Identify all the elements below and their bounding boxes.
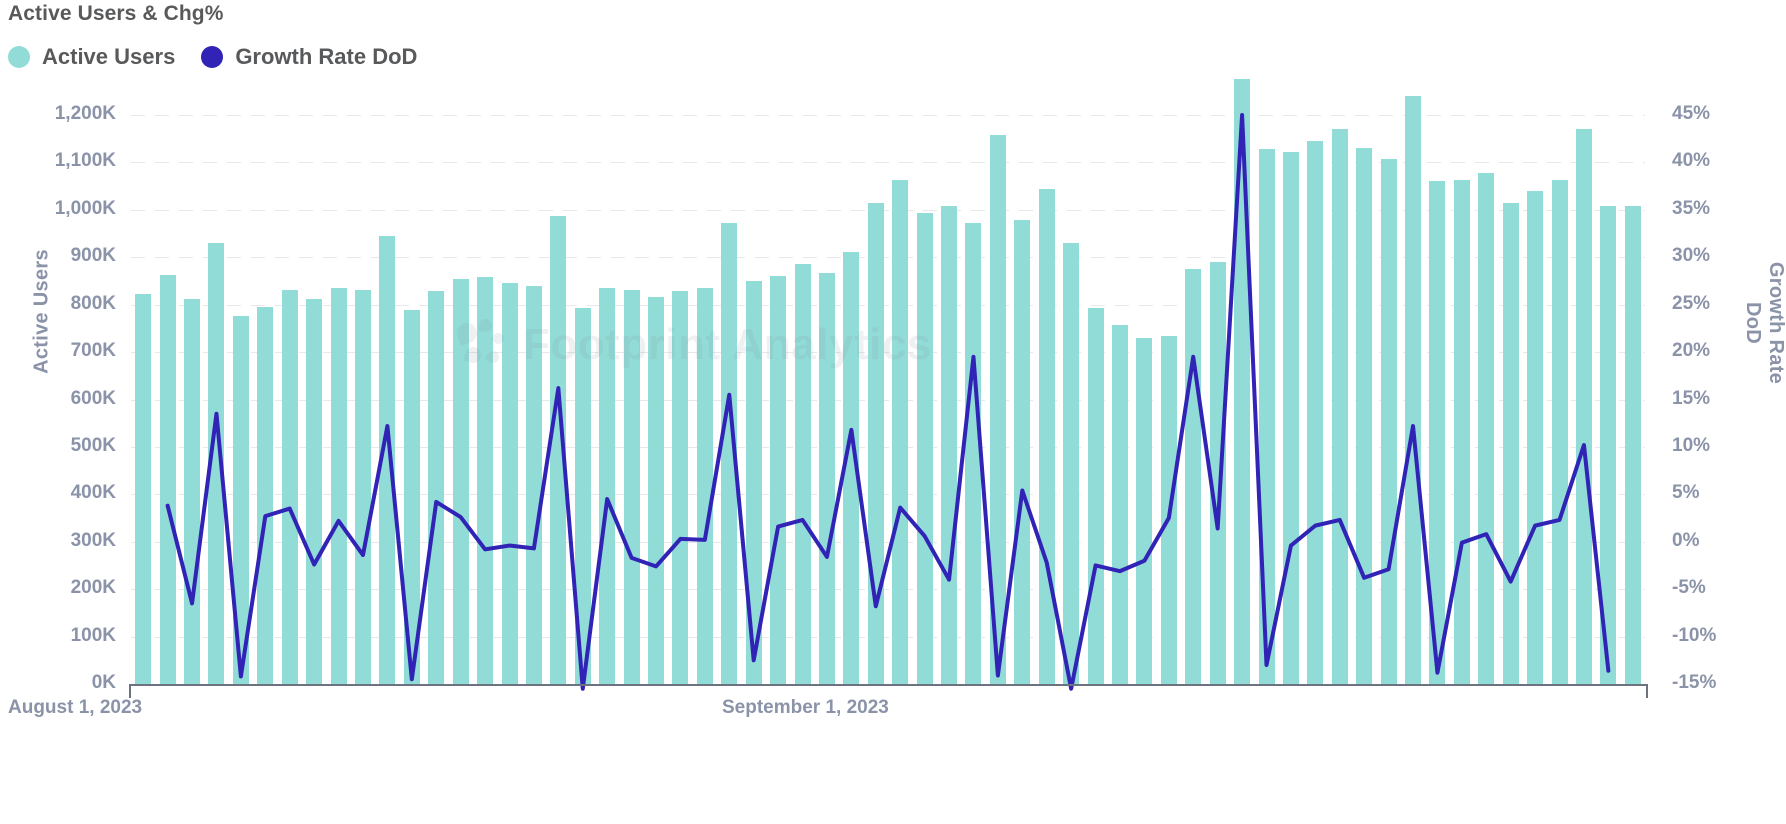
line-series	[165, 113, 1611, 691]
right-axis-tick-label: 10%	[1672, 434, 1711, 456]
left-axis-tick-label: 0K	[91, 672, 116, 693]
left-axis-tick-label: 500K	[70, 434, 116, 456]
left-axis-tick-label: 300K	[70, 529, 116, 551]
left-axis-tick-label: 1,000K	[54, 197, 116, 219]
right-axis-tick-label: -15%	[1672, 672, 1717, 693]
right-axis-tick-label: -10%	[1672, 624, 1717, 646]
chart-legend: Active Users Growth Rate DoD	[8, 44, 417, 70]
plot-area	[131, 79, 1645, 691]
legend-label: Active Users	[42, 44, 176, 69]
circle-marker-icon	[8, 46, 30, 68]
right-axis-tick-label: 45%	[1672, 103, 1711, 124]
left-axis-tick-label: 100K	[70, 624, 116, 646]
circle-marker-icon	[201, 46, 224, 68]
left-axis-tick-label: 200K	[70, 577, 116, 599]
left-axis-tick-label: 600K	[70, 387, 116, 409]
left-axis-tick-label: 700K	[70, 340, 116, 362]
left-axis-title: Active Users	[30, 249, 53, 374]
right-axis-tick-label: 0%	[1672, 529, 1700, 551]
x-axis-label-mid: September 1, 2023	[722, 697, 889, 718]
left-axis-tick-label: 400K	[70, 482, 116, 504]
right-axis-tick-label: 35%	[1672, 197, 1711, 219]
growth-rate-line	[165, 113, 1611, 691]
left-axis-tick-label: 1,200K	[54, 103, 116, 124]
right-axis-tick-label: 30%	[1672, 245, 1711, 267]
right-axis-tick-label: -5%	[1672, 577, 1706, 599]
right-axis-tick-label: 20%	[1672, 340, 1711, 362]
chart-title: Active Users & Chg%	[8, 2, 224, 25]
right-axis-tick-label: 15%	[1672, 387, 1711, 409]
legend-item-active-users[interactable]: Active Users	[8, 44, 175, 70]
legend-label: Growth Rate DoD	[235, 44, 418, 69]
x-axis-line	[129, 684, 1648, 686]
x-axis-end-tick	[1646, 684, 1648, 698]
right-axis-title: Growth Rate DoD	[1742, 261, 1786, 385]
legend-item-growth-rate[interactable]: Growth Rate DoD	[201, 44, 417, 70]
x-axis-start-tick	[129, 684, 131, 698]
right-axis-tick-label: 40%	[1672, 150, 1711, 172]
left-axis-tick-label: 1,100K	[54, 150, 116, 172]
right-axis-tick-label: 5%	[1672, 482, 1700, 504]
left-axis-tick-label: 900K	[70, 245, 116, 267]
chart-root: Active Users & Chg% Active Users Growth …	[0, 0, 1786, 824]
left-axis-tick-label: 800K	[70, 292, 116, 314]
x-axis-label-start: August 1, 2023	[8, 697, 143, 718]
right-axis-tick-label: 25%	[1672, 292, 1711, 314]
